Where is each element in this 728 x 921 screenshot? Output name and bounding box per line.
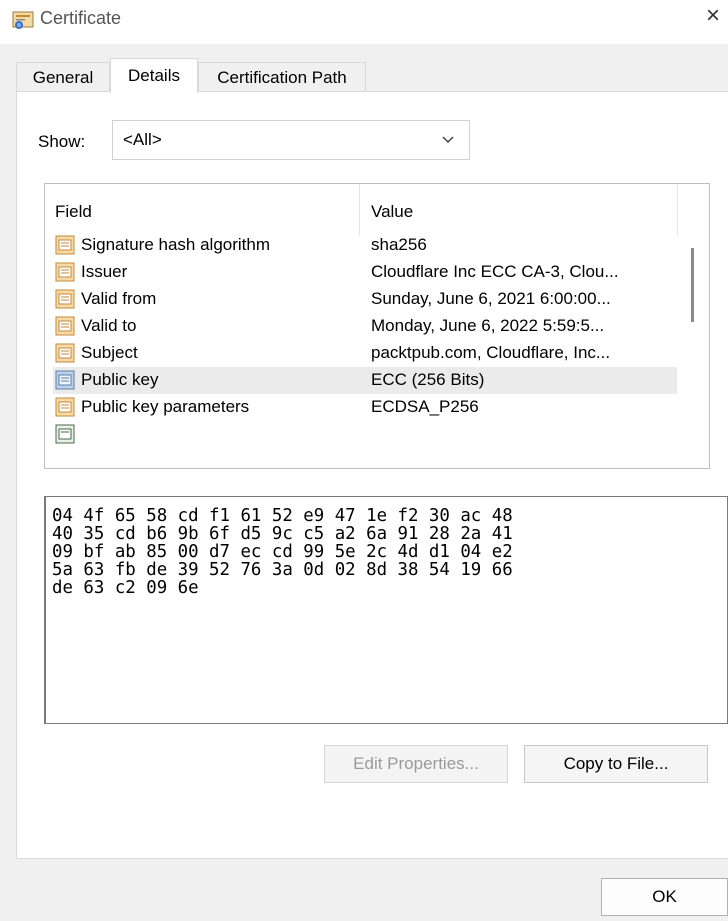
field-icon (55, 289, 75, 309)
field-name: Valid from (81, 289, 157, 308)
show-selected-value: <All> (123, 130, 162, 149)
list-item[interactable] (53, 421, 677, 448)
list-item[interactable]: Signature hash algorithm sha256 (53, 232, 677, 259)
scrollbar-thumb[interactable] (691, 248, 694, 322)
hex-line: 40 35 cd b6 9b 6f d5 9c c5 a2 6a 91 28 2… (52, 524, 513, 544)
field-name: Issuer (81, 262, 128, 281)
edit-properties-button[interactable]: Edit Properties... (324, 745, 508, 783)
value-detail-textbox[interactable]: 04 4f 65 58 cd f1 61 52 e9 47 1e f2 30 a… (44, 496, 728, 724)
list-item[interactable]: Issuer Cloudflare Inc ECC CA-3, Clou... (53, 259, 677, 286)
public-key-icon (55, 370, 75, 390)
hex-line: 09 bf ab 85 00 d7 ec cd 99 5e 2c 4d d1 0… (52, 542, 513, 562)
list-item[interactable]: Subject packtpub.com, Cloudflare, Inc... (53, 340, 677, 367)
field-name: Signature hash algorithm (81, 235, 271, 254)
column-divider (677, 184, 678, 236)
field-icon (55, 235, 75, 255)
hex-line: 04 4f 65 58 cd f1 61 52 e9 47 1e f2 30 a… (52, 506, 513, 526)
field-icon (55, 343, 75, 363)
certificate-icon (12, 11, 34, 29)
field-list[interactable]: Field Value Signature hash algorithm sha… (44, 183, 710, 469)
field-value: Monday, June 6, 2022 5:59:5... (371, 316, 605, 335)
list-item[interactable]: Valid from Sunday, June 6, 2021 6:00:00.… (53, 286, 677, 313)
hex-line: de 63 c2 09 6e (52, 578, 199, 598)
field-value: sha256 (371, 235, 427, 254)
field-value: Sunday, June 6, 2021 6:00:00... (371, 289, 611, 308)
field-value: ECDSA_P256 (371, 397, 479, 416)
list-item[interactable]: Valid to Monday, June 6, 2022 5:59:5... (53, 313, 677, 340)
copy-to-file-button[interactable]: Copy to File... (524, 745, 708, 783)
field-name: Valid to (81, 316, 137, 335)
field-value: packtpub.com, Cloudflare, Inc... (371, 343, 611, 362)
field-icon (55, 397, 75, 417)
window-title: Certificate (40, 8, 122, 28)
list-item[interactable]: Public key parameters ECDSA_P256 (53, 394, 677, 421)
tab-details[interactable]: Details (110, 58, 198, 93)
column-divider[interactable] (359, 184, 360, 236)
column-header-field[interactable]: Field (55, 202, 92, 222)
field-value: ECC (256 Bits) (371, 370, 485, 389)
field-name: Subject (81, 343, 138, 362)
field-value: Cloudflare Inc ECC CA-3, Clou... (371, 262, 619, 281)
field-icon (55, 316, 75, 336)
tab-certification-path[interactable]: Certification Path (198, 62, 366, 92)
title-bar: Certificate × (0, 0, 728, 44)
field-name: Public key (81, 370, 159, 389)
chevron-down-icon (442, 136, 454, 143)
field-name: Public key parameters (81, 397, 250, 416)
column-header-value[interactable]: Value (371, 202, 413, 222)
close-icon[interactable]: × (706, 4, 720, 28)
show-dropdown[interactable]: <All> (112, 120, 470, 160)
hex-line: 5a 63 fb de 39 52 76 3a 0d 02 8d 38 54 1… (52, 560, 513, 580)
ok-button[interactable]: OK (601, 878, 728, 916)
field-icon (55, 262, 75, 282)
field-icon (55, 424, 75, 444)
list-item-selected[interactable]: Public key ECC (256 Bits) (53, 367, 677, 394)
show-label: Show: (38, 132, 86, 151)
tab-general[interactable]: General (16, 62, 110, 92)
